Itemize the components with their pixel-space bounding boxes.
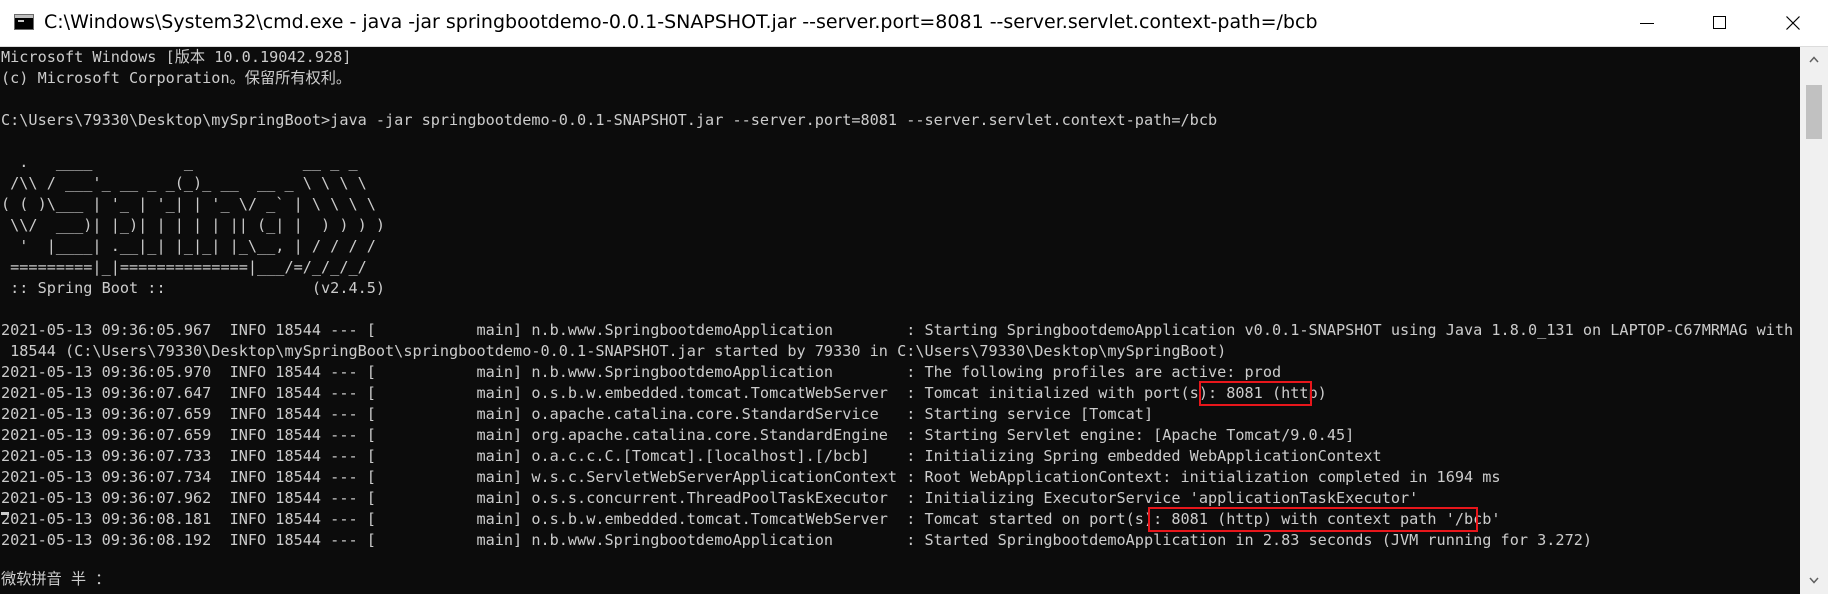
log-line: 2021-05-13 09:36:07.659 INFO 18544 --- [… xyxy=(1,405,1154,423)
spring-banner-line: . ____ _ __ _ _ xyxy=(1,153,358,171)
log-line: 2021-05-13 09:36:07.659 INFO 18544 --- [… xyxy=(1,426,1355,444)
chevron-up-icon xyxy=(1809,56,1819,63)
cmd-window: C:\Windows\System32\cmd.exe - java -jar … xyxy=(0,0,1828,594)
spring-banner-line: ( ( )\___ | '_ | '_| | '_ \/ _` | \ \ \ … xyxy=(1,195,376,213)
port-highlight-box xyxy=(1199,381,1312,406)
spring-banner-line: =========|_|==============|___/=/_/_/_/ xyxy=(1,258,367,276)
spring-banner-line: ' |____| .__|_| |_|_| |_\__, | / / / / xyxy=(1,237,376,255)
log-line: 2021-05-13 09:36:07.734 INFO 18544 --- [… xyxy=(1,468,1501,486)
title-bar[interactable]: C:\Windows\System32\cmd.exe - java -jar … xyxy=(0,0,1828,47)
scroll-up-button[interactable] xyxy=(1800,47,1828,73)
log-line: 18544 (C:\Users\79330\Desktop\mySpringBo… xyxy=(1,342,1227,360)
log-line: 2021-05-13 09:36:05.967 INFO 18544 --- [… xyxy=(1,321,1800,339)
log-line: 2021-05-13 09:36:07.962 INFO 18544 --- [… xyxy=(1,489,1419,507)
cmd-icon-prompt xyxy=(18,20,24,22)
scroll-thumb[interactable] xyxy=(1806,85,1822,139)
console-output[interactable]: Microsoft Windows [版本 10.0.19042.928] (c… xyxy=(0,47,1800,594)
log-line: 2021-05-13 09:36:07.733 INFO 18544 --- [… xyxy=(1,447,1382,465)
console-line: C:\Users\79330\Desktop\mySpringBoot>java… xyxy=(1,111,1218,129)
minimize-button[interactable] xyxy=(1612,0,1682,46)
vertical-scrollbar[interactable] xyxy=(1800,47,1828,594)
cmd-icon-bar xyxy=(15,15,33,18)
spring-boot-version: :: Spring Boot :: (v2.4.5) xyxy=(1,279,386,297)
console-line: Microsoft Windows [版本 10.0.19042.928] xyxy=(1,48,352,66)
text-cursor xyxy=(1,512,9,515)
ime-status: 微软拼音 半 ： xyxy=(1,570,111,588)
maximize-button[interactable] xyxy=(1685,0,1755,46)
spring-banner-line: /\\ / ___'_ __ _ _(_)_ __ __ _ \ \ \ \ xyxy=(1,174,367,192)
minimize-icon xyxy=(1640,23,1654,24)
log-line: 2021-05-13 09:36:08.192 INFO 18544 --- [… xyxy=(1,531,1592,549)
log-line: 2021-05-13 09:36:07.647 INFO 18544 --- [… xyxy=(1,384,1327,402)
close-button[interactable] xyxy=(1758,0,1828,46)
chevron-down-icon xyxy=(1809,577,1819,584)
context-path-highlight-box xyxy=(1148,507,1478,532)
log-line: 2021-05-13 09:36:05.970 INFO 18544 --- [… xyxy=(1,363,1282,381)
window-title: C:\Windows\System32\cmd.exe - java -jar … xyxy=(44,11,1318,33)
cmd-icon[interactable] xyxy=(14,14,34,30)
close-icon xyxy=(1786,16,1800,30)
spring-banner-line: \\/ ___)| |_)| | | | | || (_| | ) ) ) ) xyxy=(1,216,386,234)
scroll-down-button[interactable] xyxy=(1800,568,1828,594)
maximize-icon xyxy=(1713,16,1726,29)
console-line: (c) Microsoft Corporation。保留所有权利。 xyxy=(1,69,352,87)
